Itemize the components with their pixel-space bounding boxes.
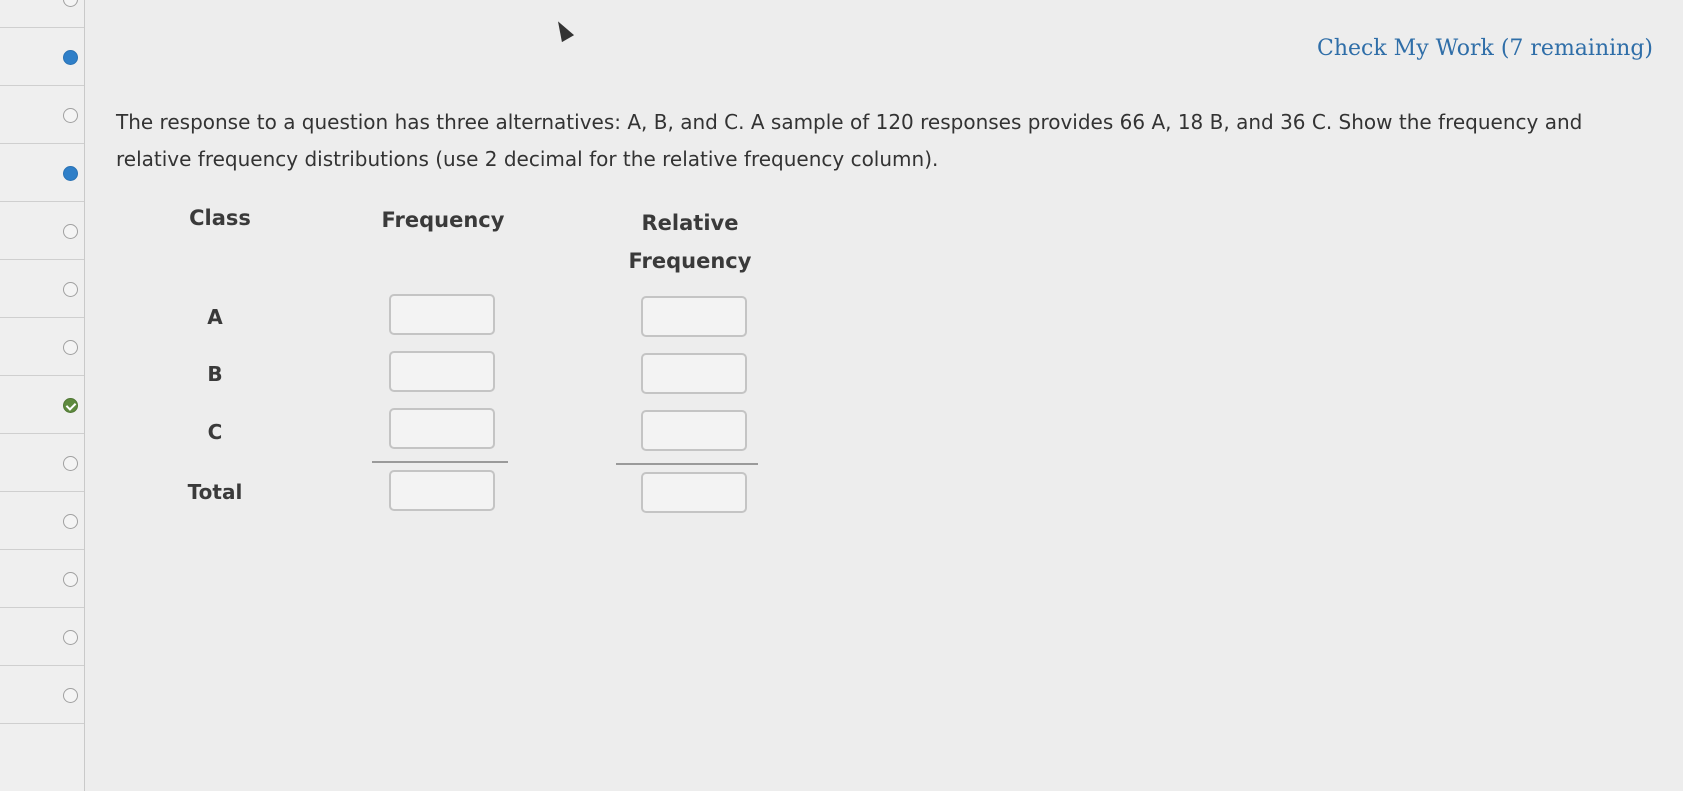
column-header-frequency: Frequency [381,208,505,232]
row-label-c: C [207,420,223,444]
sidebar-item-q10[interactable] [0,492,84,550]
frequency-input-b[interactable] [389,351,495,392]
column-header-relative-line2: Frequency [628,249,752,273]
sidebar-item-q5[interactable] [0,202,84,260]
unanswered-circle-icon [63,572,78,587]
frequency-input-a[interactable] [389,294,495,335]
sidebar-item-q4[interactable] [0,144,84,202]
unanswered-circle-icon [63,340,78,355]
relative-frequency-input-total[interactable] [641,472,747,513]
unanswered-circle-icon [63,282,78,297]
relative-frequency-input-b[interactable] [641,353,747,394]
sidebar-item-q13[interactable] [0,666,84,724]
unanswered-circle-icon [63,514,78,529]
check-my-work-link[interactable]: Check My Work (7 remaining) [1317,36,1653,61]
frequency-input-c[interactable] [389,408,495,449]
unanswered-circle-icon [63,456,78,471]
relative-frequency-input-c[interactable] [641,410,747,451]
sidebar-item-q2[interactable] [0,28,84,86]
unanswered-circle-icon [63,688,78,703]
sidebar-item-q9[interactable] [0,434,84,492]
in-progress-dot-icon [63,166,78,181]
row-label-total: Total [187,480,243,504]
column-header-relative-line1: Relative [641,211,739,235]
sidebar-item-q1[interactable] [0,0,84,28]
checkmark-icon [63,398,78,413]
sidebar-item-q3[interactable] [0,86,84,144]
sidebar-item-q8[interactable] [0,376,84,434]
unanswered-circle-icon [63,108,78,123]
question-text: The response to a question has three alt… [116,110,1583,171]
row-label-a: A [207,305,223,329]
sidebar-item-q11[interactable] [0,550,84,608]
unanswered-circle-icon [63,224,78,239]
question-nav-sidebar [0,0,85,791]
unanswered-circle-icon [63,630,78,645]
mouse-cursor-icon [551,17,575,43]
sidebar-item-q6[interactable] [0,260,84,318]
unanswered-circle-icon [63,0,78,7]
frequency-input-total[interactable] [389,470,495,511]
row-label-b: B [207,362,223,386]
relative-frequency-input-a[interactable] [641,296,747,337]
in-progress-dot-icon [63,50,78,65]
relative-frequency-total-rule [616,463,758,465]
column-header-class: Class [189,206,251,230]
frequency-total-rule [372,461,508,463]
sidebar-item-q12[interactable] [0,608,84,666]
sidebar-item-q7[interactable] [0,318,84,376]
